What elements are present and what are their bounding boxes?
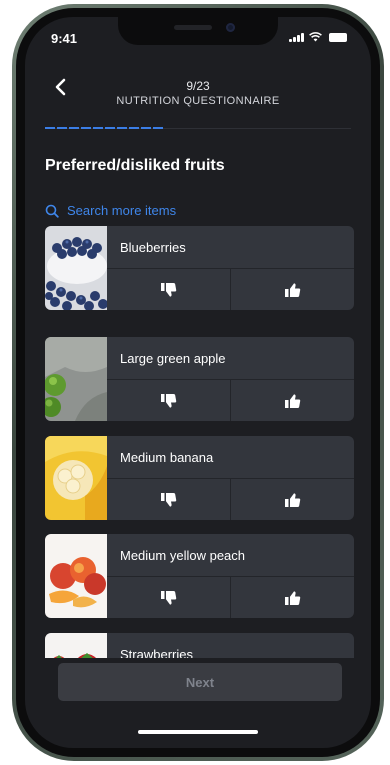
thumbs-up-icon <box>284 590 300 605</box>
cellular-signal-icon <box>289 33 304 42</box>
strawberries-image <box>45 633 107 658</box>
like-button[interactable] <box>231 577 354 618</box>
list-item: Blueberries <box>45 226 354 310</box>
progress-bar <box>45 127 351 129</box>
thumbs-up-icon <box>284 492 300 507</box>
thumbs-down-icon <box>160 492 176 507</box>
section-title: Preferred/disliked fruits <box>45 157 225 174</box>
list-item: Medium yellow peach <box>45 534 354 618</box>
thumbs-down-icon <box>160 393 176 408</box>
fruit-list[interactable]: Blueberries Large green apple Medium ban… <box>45 226 354 658</box>
thumbs-up-icon <box>284 393 300 408</box>
front-camera <box>226 23 235 32</box>
item-name: Strawberries <box>120 647 193 658</box>
banana-image <box>45 436 107 520</box>
thumbs-down-icon <box>160 282 176 297</box>
item-name: Large green apple <box>120 351 226 366</box>
next-button[interactable]: Next <box>58 663 342 701</box>
header: 9/23 NUTRITION QUESTIONNAIRE <box>25 61 371 121</box>
thumbs-up-icon <box>284 282 300 297</box>
dislike-button[interactable] <box>107 479 231 520</box>
like-button[interactable] <box>231 479 354 520</box>
search-icon <box>45 204 59 218</box>
dislike-button[interactable] <box>107 269 231 310</box>
thumbs-down-icon <box>160 590 176 605</box>
phone-bezel: 9:41 9/23 NUTRITION QUESTIONNAIRE Prefer… <box>16 8 380 757</box>
search-more-link[interactable]: Search more items <box>45 203 176 218</box>
blueberries-image <box>45 226 107 310</box>
dislike-button[interactable] <box>107 380 231 421</box>
phone-frame: 9:41 9/23 NUTRITION QUESTIONNAIRE Prefer… <box>12 4 384 761</box>
like-button[interactable] <box>231 269 354 310</box>
status-icons <box>289 32 347 42</box>
item-name: Medium yellow peach <box>120 548 246 563</box>
like-button[interactable] <box>231 380 354 421</box>
wifi-icon <box>309 32 322 42</box>
item-name: Blueberries <box>120 240 186 255</box>
list-item: Medium banana <box>45 436 354 520</box>
phone-notch <box>118 17 278 45</box>
green-apple-image <box>45 337 107 421</box>
peach-image <box>45 534 107 618</box>
item-name: Medium banana <box>120 450 214 465</box>
battery-icon <box>329 33 347 42</box>
progress-fill <box>45 127 163 129</box>
home-indicator[interactable] <box>138 730 258 734</box>
step-counter: 9/23 <box>186 79 210 93</box>
page-title: NUTRITION QUESTIONNAIRE <box>116 95 280 107</box>
speaker-grille <box>174 25 212 30</box>
app-screen: 9:41 9/23 NUTRITION QUESTIONNAIRE Prefer… <box>25 17 371 748</box>
list-item: Strawberries <box>45 633 354 658</box>
status-time: 9:41 <box>51 31 78 46</box>
search-label: Search more items <box>67 203 177 218</box>
list-item: Large green apple <box>45 337 354 421</box>
dislike-button[interactable] <box>107 577 231 618</box>
